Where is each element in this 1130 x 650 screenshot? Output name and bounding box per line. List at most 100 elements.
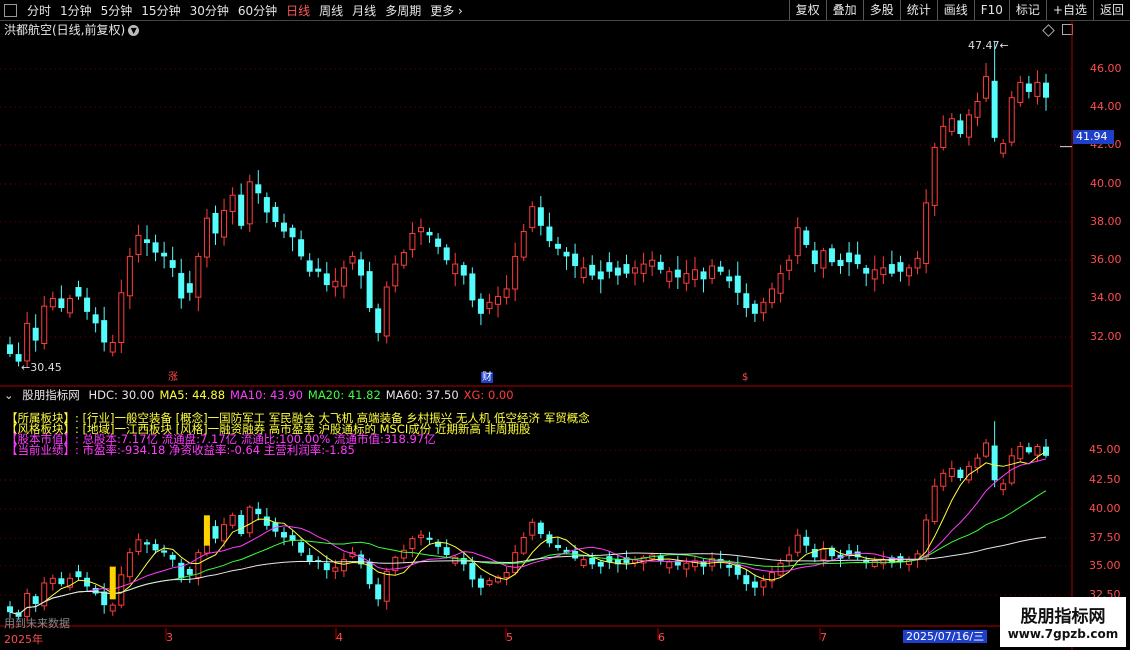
indicator-candle — [974, 457, 981, 469]
price-candle — [529, 206, 536, 229]
price-candle — [366, 271, 373, 309]
indicator-value-4: MA60: 37.50 — [385, 388, 459, 402]
price-axis-label: 40.00 — [1090, 177, 1122, 190]
price-candle — [520, 231, 527, 258]
indicator-candle — [443, 547, 450, 556]
indicator-candle — [118, 574, 125, 606]
price-candle — [931, 146, 938, 206]
price-axis-label: 34.00 — [1090, 291, 1122, 304]
price-candle — [477, 298, 484, 314]
price-candle — [871, 269, 878, 280]
price-candle — [75, 287, 82, 297]
price-candle — [161, 252, 168, 257]
indicator-candle — [409, 538, 416, 550]
indicator-candle — [263, 516, 270, 526]
indicator-candle — [109, 604, 116, 612]
price-candle — [537, 207, 544, 226]
price-candle — [734, 275, 741, 293]
price-candle — [315, 268, 322, 272]
indicator-candle — [957, 469, 964, 479]
indicator-candle — [726, 564, 733, 568]
watermark: 股朋指标网 www.7gpzb.com — [1000, 597, 1126, 647]
price-candle — [700, 271, 707, 280]
price-candle — [195, 255, 202, 298]
price-candle — [726, 276, 733, 282]
indicator-candle — [255, 508, 262, 515]
indicator-candle — [238, 514, 245, 535]
price-candle — [760, 301, 767, 314]
price-candle — [486, 301, 493, 310]
chevron-down-icon[interactable]: ⌄ — [4, 388, 14, 402]
indicator-candle — [700, 561, 707, 567]
indicator-candle — [1025, 447, 1032, 453]
indicator-candle — [375, 584, 382, 600]
price-candle — [435, 238, 442, 247]
price-candle — [846, 252, 853, 263]
price-candle — [169, 260, 176, 268]
price-candle — [135, 234, 142, 255]
indicator-candle — [820, 548, 827, 561]
price-candle — [854, 254, 861, 265]
price-candle — [221, 210, 228, 238]
price-candle — [606, 262, 613, 272]
price-candle — [400, 252, 407, 266]
signal-bar — [109, 566, 116, 600]
price-candle — [460, 265, 467, 276]
price-candle — [1043, 82, 1049, 98]
price-candle — [203, 217, 210, 258]
indicator-candle — [280, 532, 287, 538]
price-candle — [674, 269, 681, 278]
price-candle — [143, 239, 150, 244]
date-label-4: 6 — [658, 631, 665, 644]
price-candle — [691, 269, 698, 280]
indicator-candle — [786, 554, 793, 562]
price-candle — [709, 265, 716, 279]
indicator-candle — [597, 561, 604, 567]
price-candle — [332, 280, 339, 288]
indicator-candle — [75, 571, 82, 578]
indicator-candle — [983, 442, 990, 457]
indicator-candle — [948, 468, 955, 477]
price-candle — [597, 271, 604, 280]
high-annotation: 47.47← — [968, 39, 1009, 52]
price-candle — [229, 194, 236, 212]
indicator-candle — [417, 534, 424, 539]
indicator-candle — [161, 550, 168, 553]
price-candle — [101, 320, 108, 343]
price-candle — [375, 308, 382, 333]
indicator-axis-label: 45.00 — [1089, 443, 1121, 456]
price-candle — [769, 288, 776, 304]
price-candle — [863, 267, 870, 274]
price-candle — [349, 255, 356, 264]
event-marker-0[interactable]: 涨 — [167, 372, 179, 383]
price-candle — [974, 101, 981, 118]
price-candle — [897, 262, 904, 272]
price-candle — [58, 298, 65, 309]
indicator-candle — [666, 561, 673, 569]
ma10-line — [9, 458, 1047, 616]
price-candle — [443, 247, 450, 261]
price-candle — [640, 263, 647, 274]
kline-chart[interactable] — [0, 0, 1130, 650]
price-candle — [614, 267, 621, 276]
price-candle — [92, 314, 99, 324]
ma5-line — [9, 450, 1047, 616]
indicator-candle — [529, 521, 536, 536]
price-candle — [948, 118, 955, 132]
price-candle — [298, 239, 305, 257]
price-candle — [794, 227, 801, 257]
event-marker-1[interactable]: 财 — [481, 372, 493, 383]
price-candle — [923, 202, 930, 264]
indicator-candle — [871, 560, 878, 567]
price-candle — [820, 250, 827, 269]
date-label-1: 3 — [166, 631, 173, 644]
indicator-name[interactable]: 股朋指标网 — [22, 388, 80, 402]
price-candle — [66, 298, 73, 314]
price-candle — [383, 286, 390, 337]
event-marker-2[interactable]: $ — [741, 372, 749, 383]
indicator-candle — [1043, 446, 1049, 456]
indicator-candle — [931, 485, 938, 523]
price-candle — [24, 322, 31, 362]
price-candle — [417, 227, 424, 233]
price-candle — [323, 273, 330, 286]
